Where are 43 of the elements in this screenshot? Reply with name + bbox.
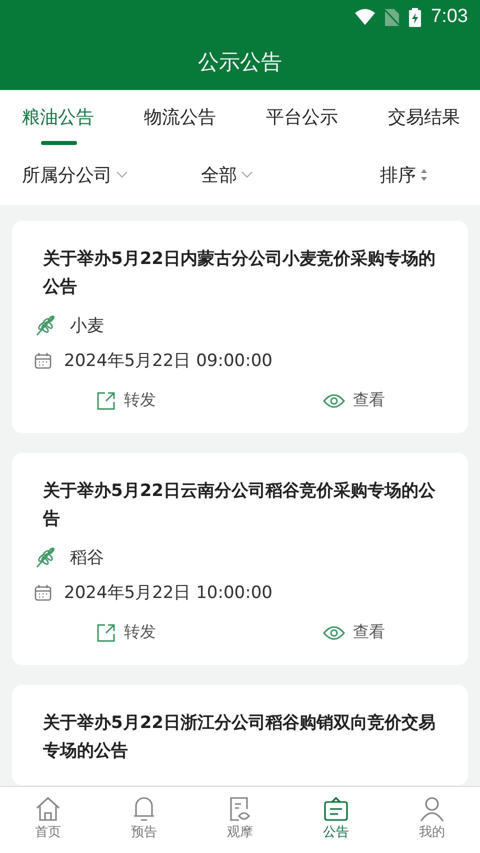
user-icon — [418, 795, 446, 823]
notice-card[interactable]: 关于举办5月22日内蒙古分公司小麦竞价采购专场的公告 小麦 2024年5月22日 09:00:00 转发 查看 — [12, 221, 468, 433]
nav-item[interactable]: 公告 — [288, 787, 384, 853]
notice-board-icon — [322, 795, 350, 823]
share-button[interactable]: 转发 — [92, 388, 160, 413]
tab[interactable]: 平台公示 — [266, 90, 338, 145]
calendar-icon — [34, 352, 52, 370]
nav-item[interactable]: 预告 — [96, 787, 192, 853]
view-button[interactable]: 查看 — [319, 620, 389, 645]
crop-name: 稻谷 — [70, 546, 104, 568]
notice-card[interactable]: 关于举办5月22日云南分公司稻谷竞价采购专场的公告 稻谷 2024年5月22日 10:00:00 转发 查看 — [12, 453, 468, 665]
tab[interactable]: 粮油公告 — [22, 90, 94, 145]
chevron-down-icon — [116, 171, 128, 179]
no-sim-icon — [385, 8, 400, 26]
filter-dropdown[interactable]: 全部 — [201, 163, 380, 187]
filter-dropdown[interactable]: 排序 — [380, 163, 458, 187]
calendar-icon — [34, 584, 52, 602]
share-icon — [96, 390, 116, 410]
sort-icon — [420, 168, 428, 182]
nav-item[interactable]: 我的 — [384, 787, 480, 853]
notice-time: 2024年5月22日 10:00:00 — [64, 582, 272, 604]
wifi-icon — [355, 9, 376, 25]
filter-dropdown[interactable]: 所属分公司 — [22, 163, 201, 187]
nav-item[interactable]: 首页 — [0, 787, 96, 853]
notice-card[interactable]: 关于举办5月22日浙江分公司稻谷购销双向竞价交易专场的公告 — [12, 685, 468, 785]
status-time: 7:03 — [431, 6, 468, 28]
page-title: 公示公告 — [197, 49, 283, 76]
home-icon — [34, 795, 62, 823]
crop-name: 小麦 — [70, 314, 104, 336]
notice-title: 关于举办5月22日云南分公司稻谷竞价采购专场的公告 — [43, 480, 436, 531]
tab[interactable]: 交易结果 — [388, 90, 460, 145]
nav-item[interactable]: 观摩 — [192, 787, 288, 853]
notice-time: 2024年5月22日 09:00:00 — [64, 350, 272, 372]
battery-icon — [409, 8, 422, 26]
tab[interactable]: 物流公告 — [144, 90, 216, 145]
view-button[interactable]: 查看 — [319, 388, 389, 413]
eye-icon — [323, 624, 345, 640]
eye-icon — [323, 392, 345, 408]
chevron-down-icon — [241, 171, 253, 179]
notice-title: 关于举办5月22日内蒙古分公司小麦竞价采购专场的公告 — [43, 248, 436, 299]
share-icon — [96, 622, 116, 642]
notice-title: 关于举办5月22日浙江分公司稻谷购销双向竞价交易专场的公告 — [43, 712, 436, 763]
share-button[interactable]: 转发 — [92, 620, 160, 645]
